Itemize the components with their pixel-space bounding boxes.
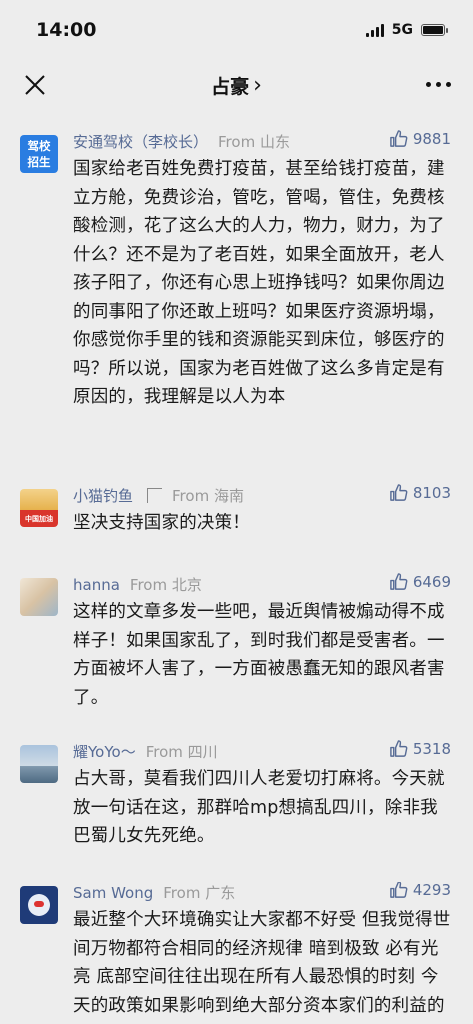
like-count: 5318 (412, 739, 451, 758)
comment-author[interactable]: 小猫钓鱼 (73, 485, 133, 506)
comment-text: 最近整个大环境确实让大家都不好受 但我觉得世间万物都符合相同的经济规律 暗到极致… (73, 910, 451, 1016)
comment-author[interactable]: Sam Wong (73, 884, 153, 902)
comment-meta: hanna From 北京 (73, 574, 202, 595)
comment-location: From 北京 (129, 576, 202, 594)
comment-item: 耀YoYo～ From 四川 5318 占大哥，莫看我们四川人老爱切打麻将。今天… (0, 739, 473, 853)
like-button[interactable]: 6469 (389, 572, 451, 591)
battery-icon (421, 24, 448, 36)
comment-item: hanna From 北京 6469 这样的文章多发一些吧，最近舆情被煽动得不成… (0, 572, 473, 714)
comment-meta: 小猫钓鱼 From 海南 (73, 485, 244, 506)
comment-text: 这样的文章多发一些吧，最近舆情被煽动得不成样子！如果国家乱了，到时我们都是受害者… (73, 602, 445, 708)
nav-bar: 占豪 › (0, 60, 473, 110)
comment-location: From 海南 (172, 487, 244, 505)
like-button[interactable]: 9881 (389, 129, 451, 148)
page-title: 占豪 (211, 75, 250, 98)
text-marker-icon (147, 488, 163, 503)
avatar-text: 招生 (27, 155, 51, 169)
avatar[interactable] (20, 745, 58, 783)
comment-text: 占大哥，莫看我们四川人老爱切打麻将。今天就放一句话在这，那群哈mp想搞乱四川，除… (73, 769, 445, 846)
avatar[interactable]: 中国加油 (20, 489, 58, 527)
thumbs-up-icon (390, 740, 408, 757)
close-icon[interactable] (22, 72, 48, 98)
comment-text: 国家给老百姓免费打疫苗，甚至给钱打疫苗，建立方舱，免费诊治，管吃，管喝，管住，免… (73, 159, 445, 407)
like-count: 9881 (412, 129, 451, 148)
like-count: 4293 (412, 882, 451, 899)
comment-location: From 四川 (145, 743, 218, 761)
avatar[interactable] (20, 886, 58, 924)
comment-item: 中国加油 小猫钓鱼 From 海南 8103 坚决支持国家的决策！ (0, 483, 473, 545)
avatar[interactable] (20, 578, 58, 616)
thumbs-up-icon (390, 573, 408, 590)
status-icons: 5G (365, 22, 448, 38)
thumbs-up-icon (390, 484, 408, 501)
like-button[interactable]: 8103 (389, 483, 451, 502)
avatar-text: 中国加油 (25, 515, 53, 523)
like-count: 8103 (412, 483, 451, 502)
comment-location: From 广东 (163, 884, 236, 902)
status-bar: 14:00 5G (0, 0, 473, 60)
network-type: 5G (391, 22, 413, 38)
status-time: 14:00 (36, 19, 97, 41)
chevron-right-icon: › (253, 72, 262, 98)
avatar-text: 驾校 (27, 139, 51, 153)
account-title-link[interactable]: 占豪 › (211, 72, 262, 99)
comment-meta: 耀YoYo～ From 四川 (73, 741, 218, 762)
comment-text: 坚决支持国家的决策！ (73, 513, 250, 533)
signal-icon (365, 23, 384, 37)
like-count: 6469 (412, 572, 451, 591)
comment-location: From 山东 (218, 133, 290, 151)
more-icon[interactable] (426, 82, 451, 87)
comment-meta: Sam Wong From 广东 (73, 882, 235, 903)
avatar[interactable]: 驾校 招生 (20, 135, 58, 173)
comment-author[interactable]: 安通驾校（李校长） (73, 131, 208, 152)
comment-item: 驾校 招生 安通驾校（李校长） From 山东 9881 国家给老百姓免费打疫苗… (0, 129, 473, 461)
like-button[interactable]: 4293 (389, 882, 451, 899)
comment-author[interactable]: hanna (73, 576, 120, 594)
comment-meta: 安通驾校（李校长） From 山东 (73, 131, 290, 152)
comment-author[interactable]: 耀YoYo～ (73, 741, 136, 762)
thumbs-up-icon (390, 882, 408, 898)
comment-item: Sam Wong From 广东 4293 最近整个大环境确实让大家都不好受 但… (0, 882, 473, 1024)
like-button[interactable]: 5318 (389, 739, 451, 758)
thumbs-up-icon (390, 130, 408, 147)
